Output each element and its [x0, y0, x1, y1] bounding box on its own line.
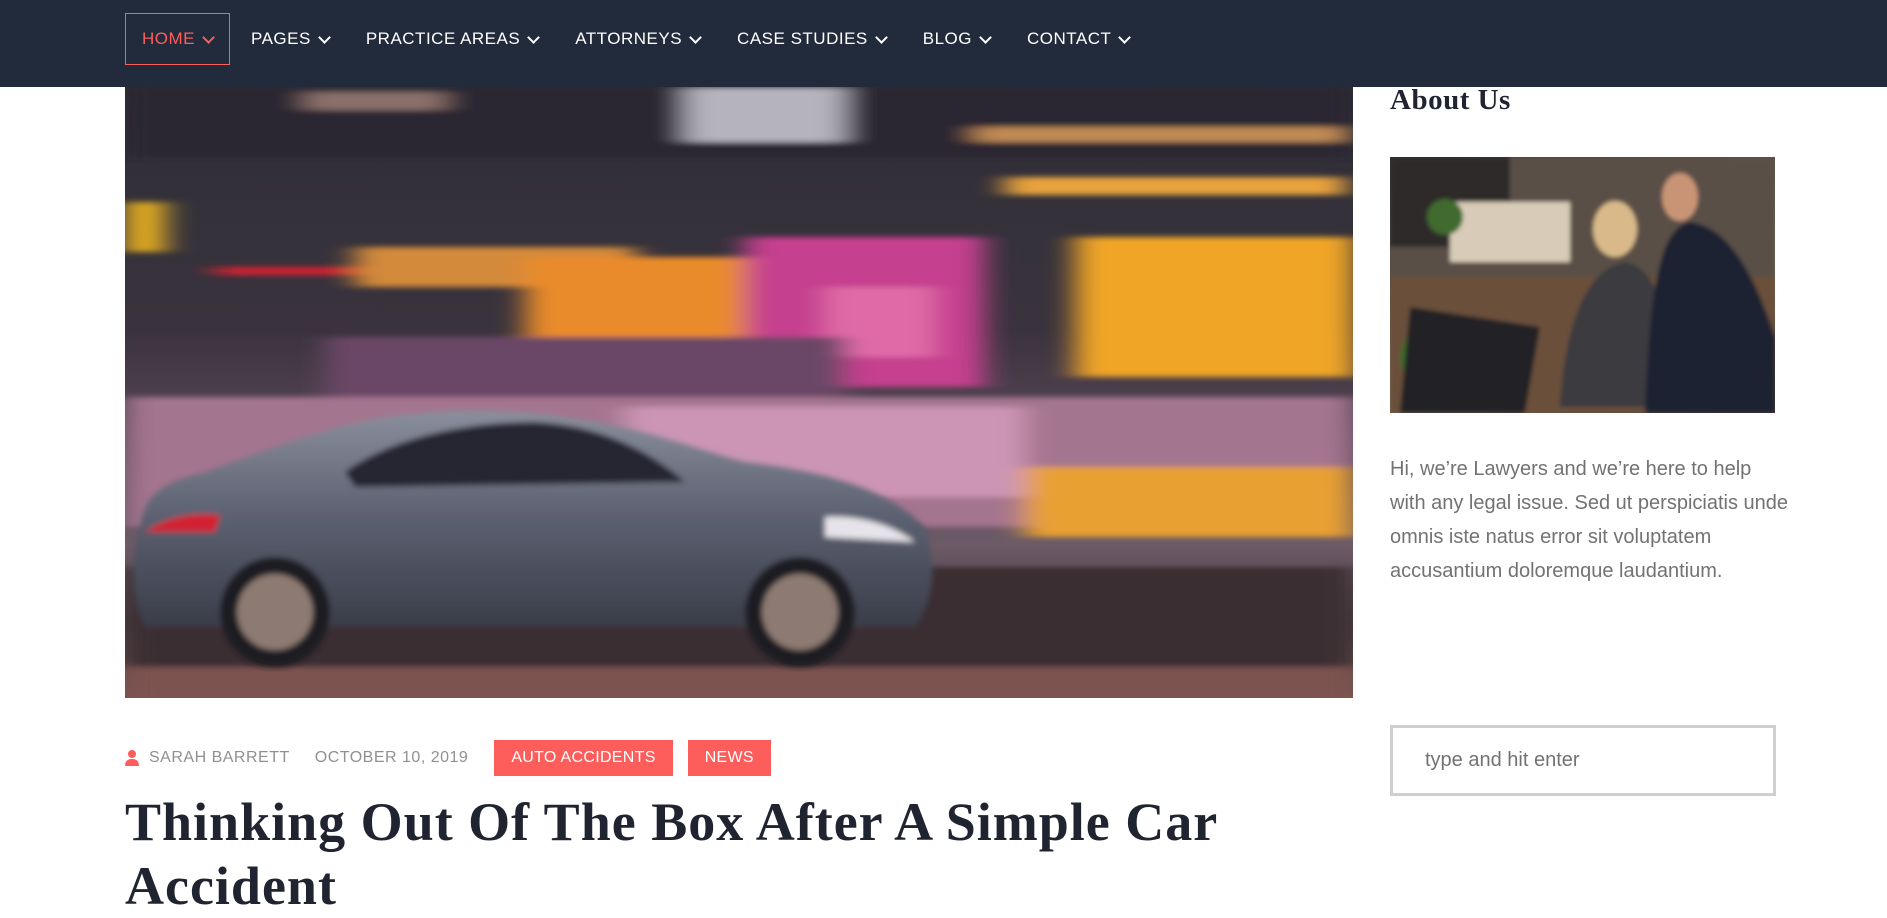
nav-item-label: CASE STUDIES	[737, 29, 868, 48]
nav-item-label: BLOG	[922, 29, 972, 48]
chevron-down-icon	[689, 30, 702, 44]
car-photo-illustration	[125, 87, 1353, 698]
post-featured-image[interactable]	[125, 87, 1353, 698]
nav-item-label: CONTACT	[1027, 29, 1112, 48]
user-icon	[125, 750, 139, 766]
tag-news[interactable]: NEWS	[687, 740, 771, 776]
nav-item-attorneys[interactable]: ATTORNEYS	[559, 13, 716, 65]
post-title[interactable]: Thinking Out Of The Box After A Simple C…	[125, 790, 1385, 918]
nav-item-label: ATTORNEYS	[575, 29, 683, 48]
search-input[interactable]	[1390, 725, 1776, 796]
chevron-down-icon	[527, 30, 541, 44]
chevron-down-icon	[202, 30, 215, 44]
nav-item-blog[interactable]: BLOG	[907, 13, 1006, 65]
chevron-down-icon	[979, 30, 992, 44]
nav-item-pages[interactable]: PAGES	[235, 13, 345, 65]
nav-item-home[interactable]: HOME	[125, 13, 230, 65]
nav-menu: HOME PAGES PRACTICE AREAS ATTORNEYS CASE…	[125, 12, 1150, 66]
office-photo-illustration	[1390, 157, 1775, 413]
about-us-image	[1390, 157, 1775, 413]
post-date[interactable]: OCTOBER 10, 2019	[315, 749, 469, 767]
top-navigation-bar: HOME PAGES PRACTICE AREAS ATTORNEYS CASE…	[0, 0, 1887, 87]
chevron-down-icon	[1118, 30, 1132, 44]
post-author[interactable]: SARAH BARRETT	[149, 749, 290, 767]
nav-item-case-studies[interactable]: CASE STUDIES	[721, 13, 902, 65]
post-meta: SARAH BARRETT OCTOBER 10, 2019 AUTO ACCI…	[125, 740, 786, 776]
chevron-down-icon	[317, 30, 331, 44]
about-us-text: Hi, we’re Lawyers and we’re here to help…	[1390, 458, 1789, 582]
nav-item-label: PAGES	[251, 29, 311, 48]
nav-item-practice-areas[interactable]: PRACTICE AREAS	[350, 13, 554, 65]
tag-auto-accidents[interactable]: AUTO ACCIDENTS	[494, 740, 673, 776]
nav-item-contact[interactable]: CONTACT	[1011, 13, 1145, 65]
nav-item-label: HOME	[142, 29, 195, 48]
nav-item-label: PRACTICE AREAS	[365, 29, 521, 48]
chevron-down-icon	[874, 30, 888, 44]
about-us-heading: About Us	[1390, 84, 1511, 116]
